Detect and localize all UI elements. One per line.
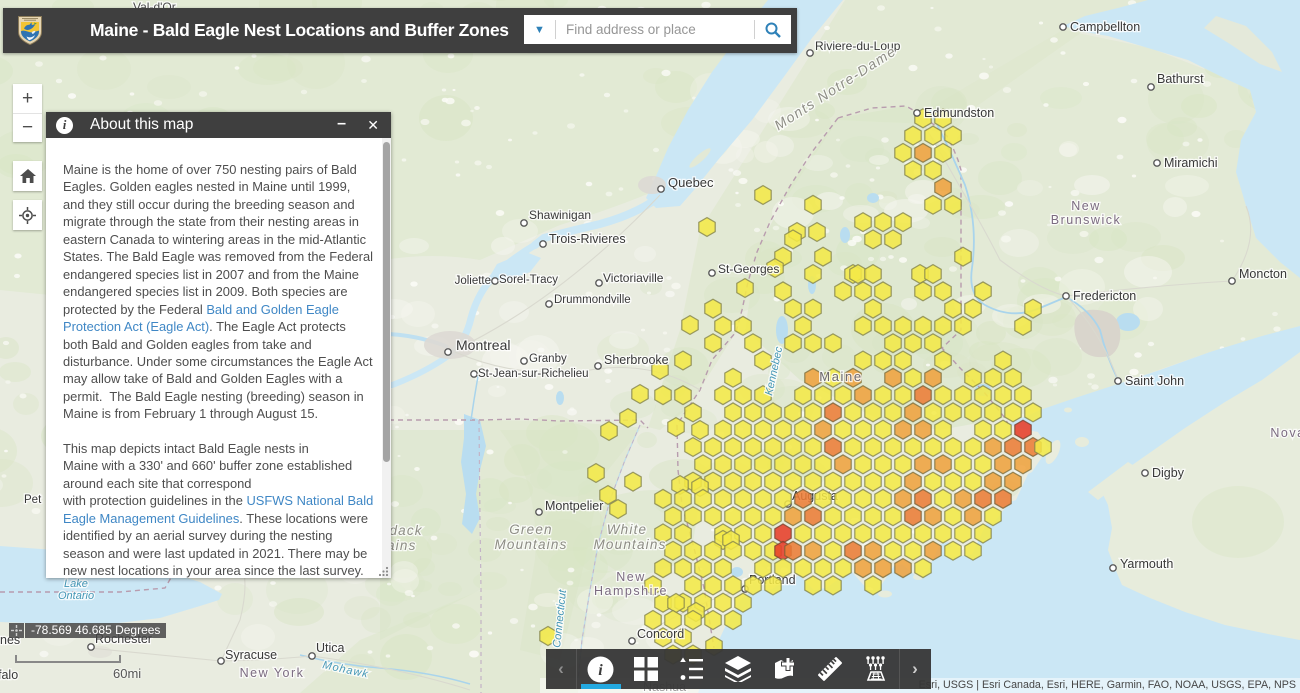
svg-text:Ontario: Ontario [58,590,94,602]
svg-text:Bathurst: Bathurst [1157,72,1204,86]
svg-text:Trois-Rivieres: Trois-Rivieres [549,232,626,246]
svg-text:Victoriaville: Victoriaville [603,271,664,285]
svg-text:Hampshire: Hampshire [594,584,668,598]
svg-text:White: White [607,522,648,537]
svg-text:New: New [616,570,646,584]
svg-text:Mountains: Mountains [494,537,567,552]
svg-text:Quebec: Quebec [668,175,714,190]
svg-text:Moncton: Moncton [1239,267,1287,281]
svg-text:Yarmouth: Yarmouth [1120,557,1173,571]
svg-text:Montreal: Montreal [456,337,510,353]
svg-text:Campbellton: Campbellton [1070,20,1140,34]
svg-text:Digby: Digby [1152,466,1185,480]
svg-text:New: New [1071,199,1101,213]
svg-text:Concord: Concord [637,627,684,641]
svg-text:Saint John: Saint John [1125,374,1184,388]
svg-text:Green: Green [509,522,553,537]
svg-text:Utica: Utica [316,641,345,655]
svg-text:Sherbrooke: Sherbrooke [604,353,669,367]
svg-text:Edmundston: Edmundston [924,106,994,120]
svg-text:Mountains: Mountains [593,537,666,552]
svg-text:Drummondville: Drummondville [554,294,631,306]
svg-text:Syracuse: Syracuse [225,648,277,662]
svg-text:Shawinigan: Shawinigan [529,208,591,222]
svg-text:Miramichi: Miramichi [1164,156,1217,170]
svg-text:Fredericton: Fredericton [1073,289,1136,303]
svg-text:St-Georges: St-Georges [718,262,779,276]
svg-text:Montpelier: Montpelier [545,499,603,513]
svg-text:Sorel-Tracy: Sorel-Tracy [499,274,558,286]
svg-text:Pet: Pet [24,494,42,506]
svg-text:Maine: Maine [819,369,862,384]
svg-text:Nova: Nova [1270,426,1300,440]
svg-text:Joliette: Joliette [455,275,491,287]
svg-text:Brunswick: Brunswick [1051,213,1121,227]
svg-text:Granby: Granby [529,353,567,365]
svg-text:St-Jean-sur-Richelieu: St-Jean-sur-Richelieu [478,368,589,380]
svg-text:i: i [598,662,603,679]
svg-text:Lake: Lake [64,578,88,590]
